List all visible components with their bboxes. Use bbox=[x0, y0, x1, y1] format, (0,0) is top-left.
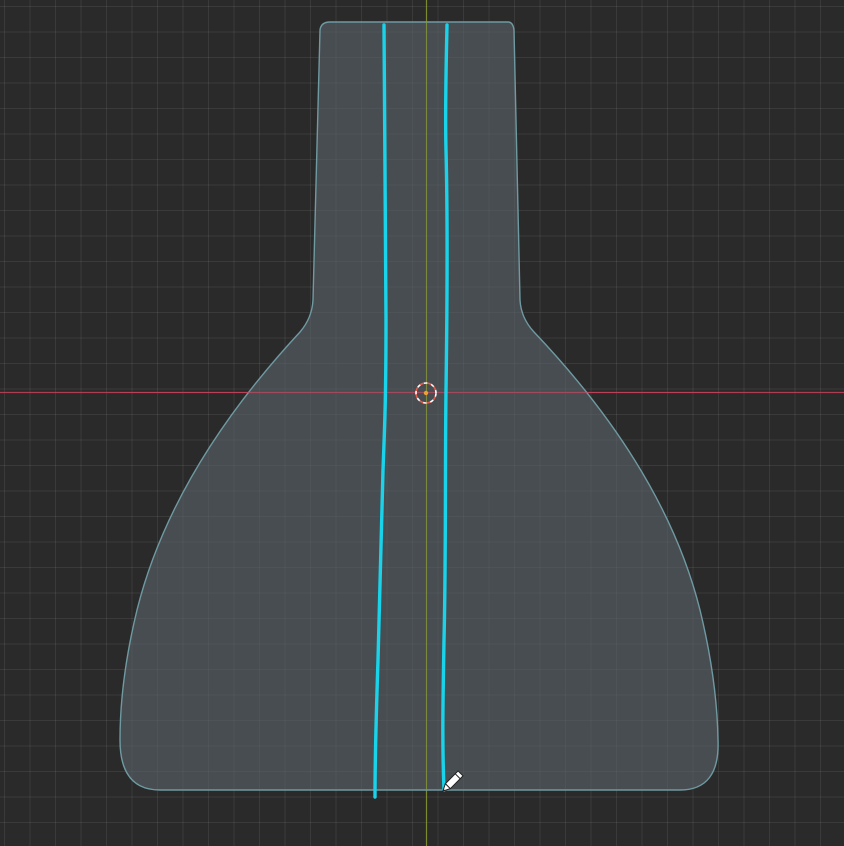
flask-shape[interactable] bbox=[119, 21, 719, 791]
scene-svg bbox=[0, 0, 844, 846]
viewport-canvas[interactable] bbox=[0, 0, 844, 846]
